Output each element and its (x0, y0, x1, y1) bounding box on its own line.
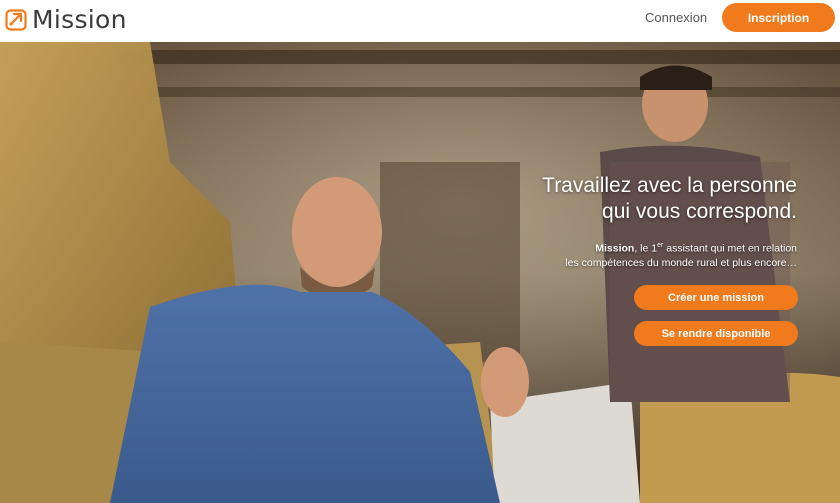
hero-subtitle: Mission, le 1er assistant qui met en rel… (565, 242, 797, 269)
brand-name: Mission (32, 5, 127, 34)
hero-title: Travaillez avec la personne qui vous cor… (542, 174, 797, 223)
hero-background-photo (0, 42, 840, 503)
become-available-button[interactable]: Se rendre disponible (634, 321, 798, 346)
hero-banner: Travaillez avec la personne qui vous cor… (0, 42, 840, 503)
brand-logo[interactable]: Mission (5, 6, 127, 34)
mission-logo-icon (5, 9, 27, 31)
signup-button[interactable]: Inscription (722, 3, 835, 32)
top-navbar: Mission Connexion Inscription (0, 0, 840, 42)
create-mission-button[interactable]: Créer une mission (634, 285, 798, 310)
login-link[interactable]: Connexion (645, 10, 707, 26)
